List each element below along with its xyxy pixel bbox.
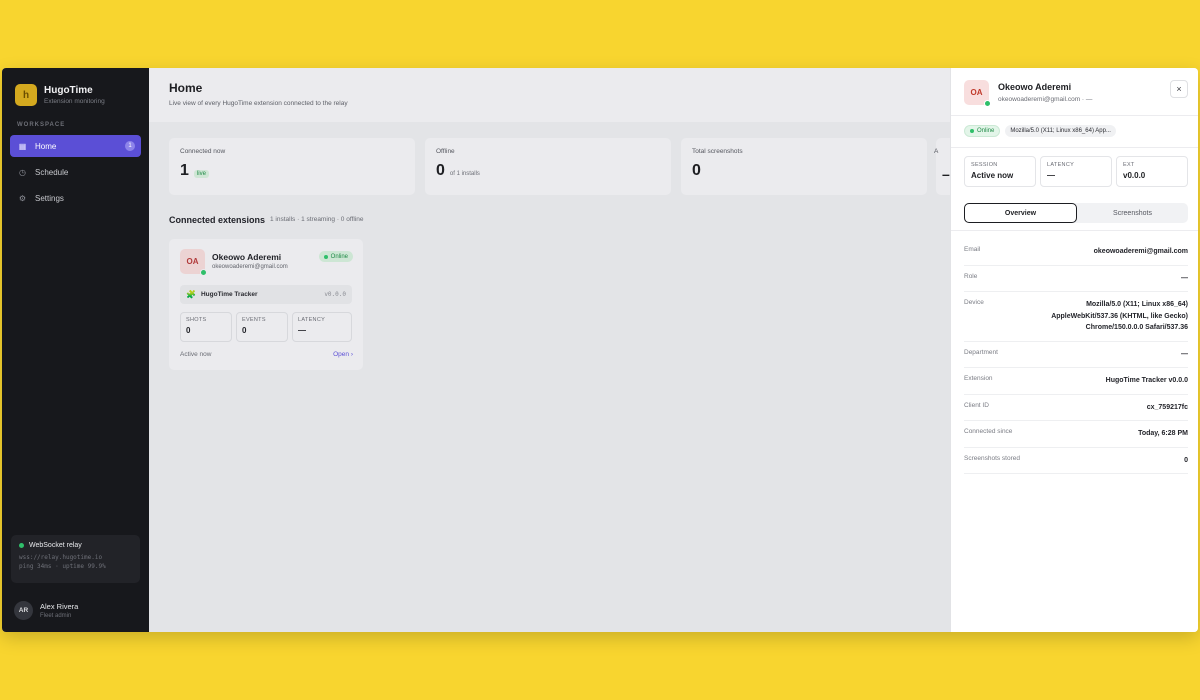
sidebar-item-label: Schedule: [35, 167, 69, 177]
presence-dot: [984, 100, 991, 107]
home-icon: ▦: [18, 141, 27, 151]
puzzle-icon: 🧩: [186, 290, 196, 299]
sidebar-item-settings[interactable]: ⚙ Settings: [10, 187, 141, 209]
page-title: Home: [169, 81, 203, 95]
live-badge: live: [193, 170, 209, 178]
sidebar-item-label: Settings: [35, 193, 64, 203]
current-user[interactable]: AR Alex Rivera Fleet admin: [14, 601, 78, 620]
avatar: OA: [964, 80, 991, 107]
relay-title: WebSocket relay: [29, 542, 82, 549]
detail-row-department: Department —: [964, 342, 1188, 368]
stat-note: of 1 installs: [449, 171, 480, 177]
main-content: Home Live view of every HugoTime extensi…: [149, 68, 950, 632]
stat-value: 1: [180, 162, 189, 179]
stat-clipped-value: –: [942, 166, 950, 182]
metric-latency: LATENCY —: [292, 312, 352, 342]
app-window: h HugoTime Extension monitoring WORKSPAC…: [2, 68, 1198, 632]
extension-name: HugoTime Tracker: [200, 291, 258, 298]
sidebar-item-label: Home: [35, 141, 57, 151]
section-title: Connected extensions: [169, 215, 266, 225]
metric-shots: SHOTS 0: [180, 312, 232, 342]
sidebar-item-home[interactable]: ▦ Home 1: [10, 135, 141, 157]
detail-row-email: Email okeowoaderemi@gmail.com: [964, 239, 1188, 266]
user-name: Alex Rivera: [40, 602, 79, 611]
panel-tabs: Overview Screenshots: [964, 203, 1188, 223]
card-name: Okeowo Aderemi: [212, 252, 282, 262]
sidebar: h HugoTime Extension monitoring WORKSPAC…: [2, 68, 149, 632]
nav-count-badge: 1: [125, 141, 135, 151]
detail-row-device: Device Mozilla/5.0 (X11; Linux x86_64) A…: [964, 292, 1188, 342]
detail-row-role: Role —: [964, 266, 1188, 292]
detail-row-client-id: Client ID cx_759217fc: [964, 395, 1188, 421]
status-badge: Online: [964, 125, 1001, 137]
detail-list: Email okeowoaderemi@gmail.com Role — Dev…: [964, 239, 1188, 474]
clock-icon: ◷: [19, 167, 26, 177]
brand-name: HugoTime: [44, 85, 93, 96]
presence-dot: [200, 269, 207, 276]
status-dot: [323, 254, 328, 259]
brand-logo: h: [15, 84, 37, 106]
panel-chips: Online Mozilla/5.0 (X11; Linux x86_64) A…: [964, 125, 1116, 137]
extension-card[interactable]: OA Okeowo Aderemi okeowoaderemi@gmail.co…: [169, 239, 363, 370]
user-role: Fleet admin: [40, 613, 72, 619]
open-link[interactable]: Open ›: [333, 351, 353, 358]
relay-url: wss://relay.hugotime.io: [19, 554, 103, 561]
stat-total-screenshots: Total screenshots 0: [681, 138, 927, 195]
avatar: AR: [14, 601, 33, 620]
mini-ext: EXT v0.0.0: [1116, 156, 1188, 187]
avatar: OA: [180, 249, 207, 276]
card-email: okeowoaderemi@gmail.com: [212, 264, 288, 270]
page-header: Home Live view of every HugoTime extensi…: [149, 68, 950, 122]
brand[interactable]: h HugoTime Extension monitoring: [15, 84, 105, 106]
relay-stats: ping 34ms · uptime 99.9%: [19, 563, 106, 570]
status-dot: [19, 543, 24, 548]
stat-value: 0: [692, 162, 701, 179]
sidebar-item-schedule[interactable]: ◷ Schedule: [10, 161, 141, 183]
sidebar-nav: ▦ Home 1 ◷ Schedule ⚙ Settings: [10, 135, 141, 213]
detail-panel: OA Okeowo Aderemi okeowoaderemi@gmail.co…: [950, 68, 1198, 632]
section-subtitle: 1 installs · 1 streaming · 0 offline: [270, 216, 364, 223]
extension-version: v0.0.0: [324, 291, 346, 298]
extension-row: 🧩 HugoTime Tracker v0.0.0: [180, 285, 352, 304]
relay-status: WebSocket relay wss://relay.hugotime.io …: [11, 535, 140, 583]
page-subtitle: Live view of every HugoTime extension co…: [169, 100, 348, 107]
status-badge: Online: [318, 251, 353, 262]
detail-row-screenshots-stored: Screenshots stored 0: [964, 448, 1188, 474]
detail-row-connected-since: Connected since Today, 6:28 PM: [964, 421, 1188, 448]
mini-latency: LATENCY —: [1040, 156, 1112, 187]
workspace-label: WORKSPACE: [17, 122, 66, 128]
tab-overview[interactable]: Overview: [964, 203, 1077, 223]
detail-row-extension: Extension HugoTime Tracker v0.0.0: [964, 368, 1188, 395]
stat-offline: Offline 0 of 1 installs: [425, 138, 671, 195]
stat-value: 0: [436, 162, 445, 179]
panel-email: okeowoaderemi@gmail.com · —: [998, 96, 1093, 103]
brand-subtitle: Extension monitoring: [44, 98, 105, 105]
close-icon: ×: [1176, 84, 1182, 94]
user-agent-chip: Mozilla/5.0 (X11; Linux x86_64) App...: [1005, 125, 1116, 137]
card-activity: Active now: [180, 351, 212, 358]
close-button[interactable]: ×: [1170, 80, 1188, 98]
status-dot: [970, 129, 974, 133]
panel-name: Okeowo Aderemi: [998, 82, 1072, 92]
metric-events: EVENTS 0: [236, 312, 288, 342]
stat-connected-now: Connected now 1 live: [169, 138, 415, 195]
gear-icon: ⚙: [18, 193, 27, 203]
mini-session: SESSION Active now: [964, 156, 1036, 187]
tab-screenshots[interactable]: Screenshots: [1077, 203, 1188, 223]
